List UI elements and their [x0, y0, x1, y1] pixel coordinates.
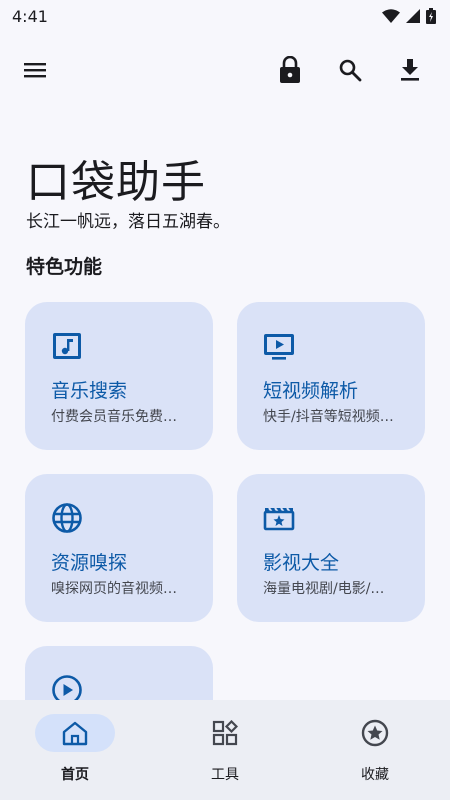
lock-button[interactable] [266, 44, 314, 96]
nav-indicator [185, 714, 265, 752]
features-section-title: 特色功能 [26, 256, 103, 278]
home-icon [62, 721, 88, 746]
tv-play-icon [264, 334, 294, 360]
download-icon [401, 59, 419, 81]
app-title: 口袋助手 [26, 157, 206, 208]
feature-card-movies[interactable]: 影视大全 海量电视剧/电影/… [237, 474, 425, 622]
nav-label: 首页 [61, 767, 89, 783]
feature-card-resource-sniff[interactable]: 资源嗅探 嗅探网页的音视频… [25, 474, 213, 622]
card-title: 音乐搜索 [51, 380, 128, 402]
menu-button[interactable] [11, 44, 59, 96]
nav-label: 收藏 [361, 767, 389, 783]
card-description: 付费会员音乐免费… [51, 409, 177, 425]
nav-label: 工具 [211, 767, 239, 783]
bottom-navigation: 首页 工具 收藏 [0, 700, 450, 800]
card-title: 短视频解析 [263, 380, 359, 402]
nav-indicator [35, 714, 115, 752]
status-time: 4:41 [12, 6, 48, 26]
wifi-icon [382, 9, 400, 23]
nav-item-tools[interactable]: 工具 [175, 714, 275, 790]
menu-icon [24, 63, 46, 78]
nav-indicator [335, 714, 415, 752]
card-title: 影视大全 [263, 552, 340, 574]
status-icons [382, 8, 436, 24]
top-app-bar [0, 44, 450, 96]
movie-icon [263, 507, 295, 531]
cellular-signal-icon [406, 9, 420, 23]
globe-icon [52, 503, 82, 533]
search-button[interactable] [326, 44, 374, 96]
download-button[interactable] [386, 44, 434, 96]
feature-card-short-video-parse[interactable]: 短视频解析 快手/抖音等短视频… [237, 302, 425, 450]
feature-card-music-search[interactable]: 音乐搜索 付费会员音乐免费… [25, 302, 213, 450]
card-description: 快手/抖音等短视频… [263, 409, 394, 425]
music-note-icon [53, 333, 81, 359]
nav-item-home[interactable]: 首页 [25, 714, 125, 790]
card-title: 资源嗅探 [51, 552, 128, 574]
app-subtitle: 长江一帆远，落日五湖春。 [26, 212, 230, 232]
star-circle-icon [361, 719, 389, 747]
nav-item-favorites[interactable]: 收藏 [325, 714, 425, 790]
card-description: 嗅探网页的音视频… [51, 581, 177, 597]
card-description: 海量电视剧/电影/… [263, 581, 385, 597]
lock-icon [280, 56, 300, 83]
status-bar: 4:41 [0, 0, 450, 32]
search-icon [339, 59, 362, 82]
widgets-icon [212, 720, 238, 746]
battery-icon [426, 8, 436, 24]
